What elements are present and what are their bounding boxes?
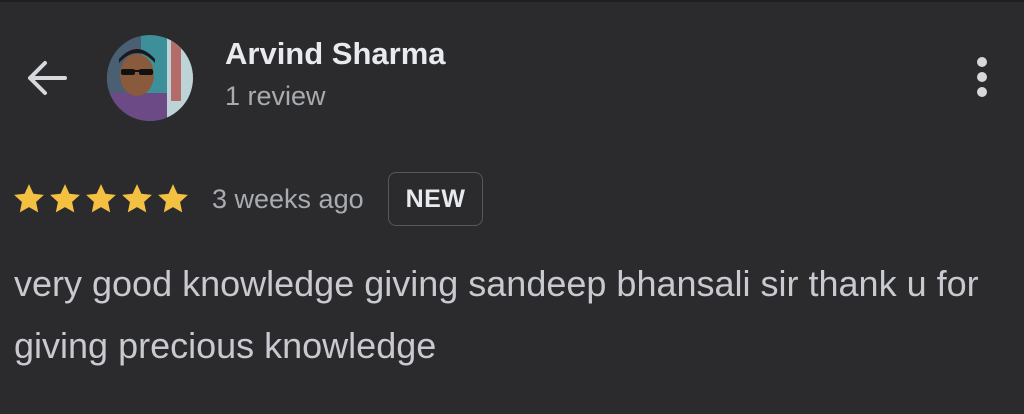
top-divider [0, 0, 1024, 2]
star-icon [158, 184, 188, 213]
reviewer-avatar[interactable] [107, 35, 193, 121]
arrow-back-icon [28, 61, 67, 95]
star-icon [50, 184, 80, 213]
new-badge: NEW [387, 172, 484, 226]
review-count: 1 review [225, 81, 326, 111]
more-vertical-icon [977, 57, 987, 97]
more-options-button[interactable] [958, 48, 1006, 106]
star-icon [14, 184, 44, 213]
star-rating [12, 182, 192, 216]
review-text: very good knowledge giving sandeep bhans… [14, 263, 979, 366]
avatar-photo [107, 35, 193, 121]
star-icon [122, 184, 152, 213]
back-button[interactable] [20, 52, 72, 104]
reviewer-name[interactable]: Arvind Sharma [225, 36, 446, 72]
star-icon [86, 184, 116, 213]
rating-row: 3 weeks ago NEW [12, 172, 484, 226]
review-timestamp: 3 weeks ago [212, 183, 364, 214]
